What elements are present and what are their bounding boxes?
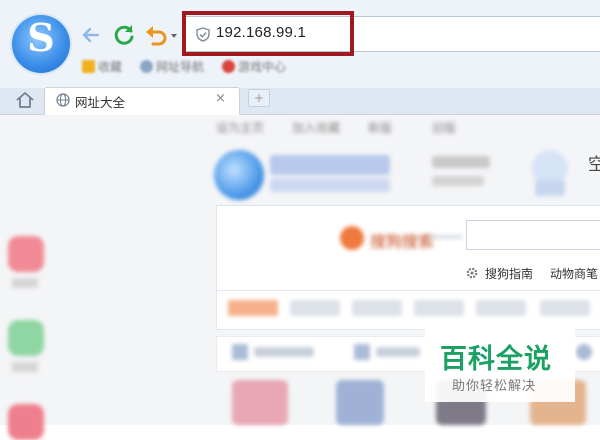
date-block [432,156,490,168]
weather-label: 空 [588,155,600,175]
weather-cloud-icon [535,180,565,196]
divider [430,235,462,239]
category-tab[interactable] [414,300,464,316]
nav-link[interactable]: 加入收藏 [292,119,340,136]
site-logo-icon[interactable] [214,150,264,200]
category-tab[interactable] [476,300,526,316]
nav-link[interactable]: 旧版 [432,119,456,136]
category-tab[interactable] [290,300,340,316]
logo-letter: S [27,15,55,60]
shortcut-label[interactable] [254,347,314,357]
new-tab-button[interactable]: + [248,89,270,107]
category-tab[interactable] [228,300,278,316]
category-tab[interactable] [352,300,402,316]
back-arrow-icon[interactable] [80,24,102,46]
game-icon [222,60,235,73]
tab-active[interactable] [44,87,240,115]
star-icon [82,60,95,73]
thumbnail-image[interactable] [232,380,288,425]
nav-link[interactable]: 新版 [368,119,392,136]
search-input[interactable] [466,220,600,250]
shortcut-icon[interactable] [354,344,370,360]
search-guide-link[interactable]: 搜狗指南 [485,265,533,282]
sogou-icon [340,226,364,250]
search-brand: 搜狗搜索 [370,232,435,251]
site-name-block [270,155,390,175]
favorites-item[interactable]: 游戏中心 [222,58,286,76]
undo-icon[interactable] [144,22,178,48]
watermark-title: 百科全说 [440,344,552,375]
thumbnail-image[interactable] [336,380,384,425]
watermark-subtitle: 助你轻松解决 [452,379,537,394]
date-block [432,176,484,186]
tab-close-icon[interactable]: × [215,91,226,106]
globe-icon [140,60,153,73]
gear-icon [466,267,478,279]
hot-search-link[interactable]: 动物商笔 [550,265,598,282]
address-highlight-box [182,11,354,56]
favorites-item[interactable]: 收藏 [82,58,122,76]
globe-icon [56,93,70,107]
favorites-item[interactable]: 网址导航 [140,58,204,76]
site-subtitle-block [270,178,390,192]
category-tab[interactable] [540,300,590,316]
home-icon[interactable] [14,89,36,111]
shortcut-label[interactable] [376,347,420,357]
refresh-icon[interactable] [111,22,137,48]
tab-title: 网址大全 [75,95,126,110]
side-label [12,278,38,288]
side-shortcut-icon[interactable] [8,404,44,440]
browser-logo-icon[interactable]: S [12,15,70,73]
nav-link[interactable]: 设为主页 [216,119,264,136]
side-shortcut-icon[interactable] [8,320,44,356]
side-label [12,362,38,372]
side-shortcut-icon[interactable] [8,236,44,272]
shortcut-icon[interactable] [576,344,592,360]
shortcut-icon[interactable] [232,344,248,360]
